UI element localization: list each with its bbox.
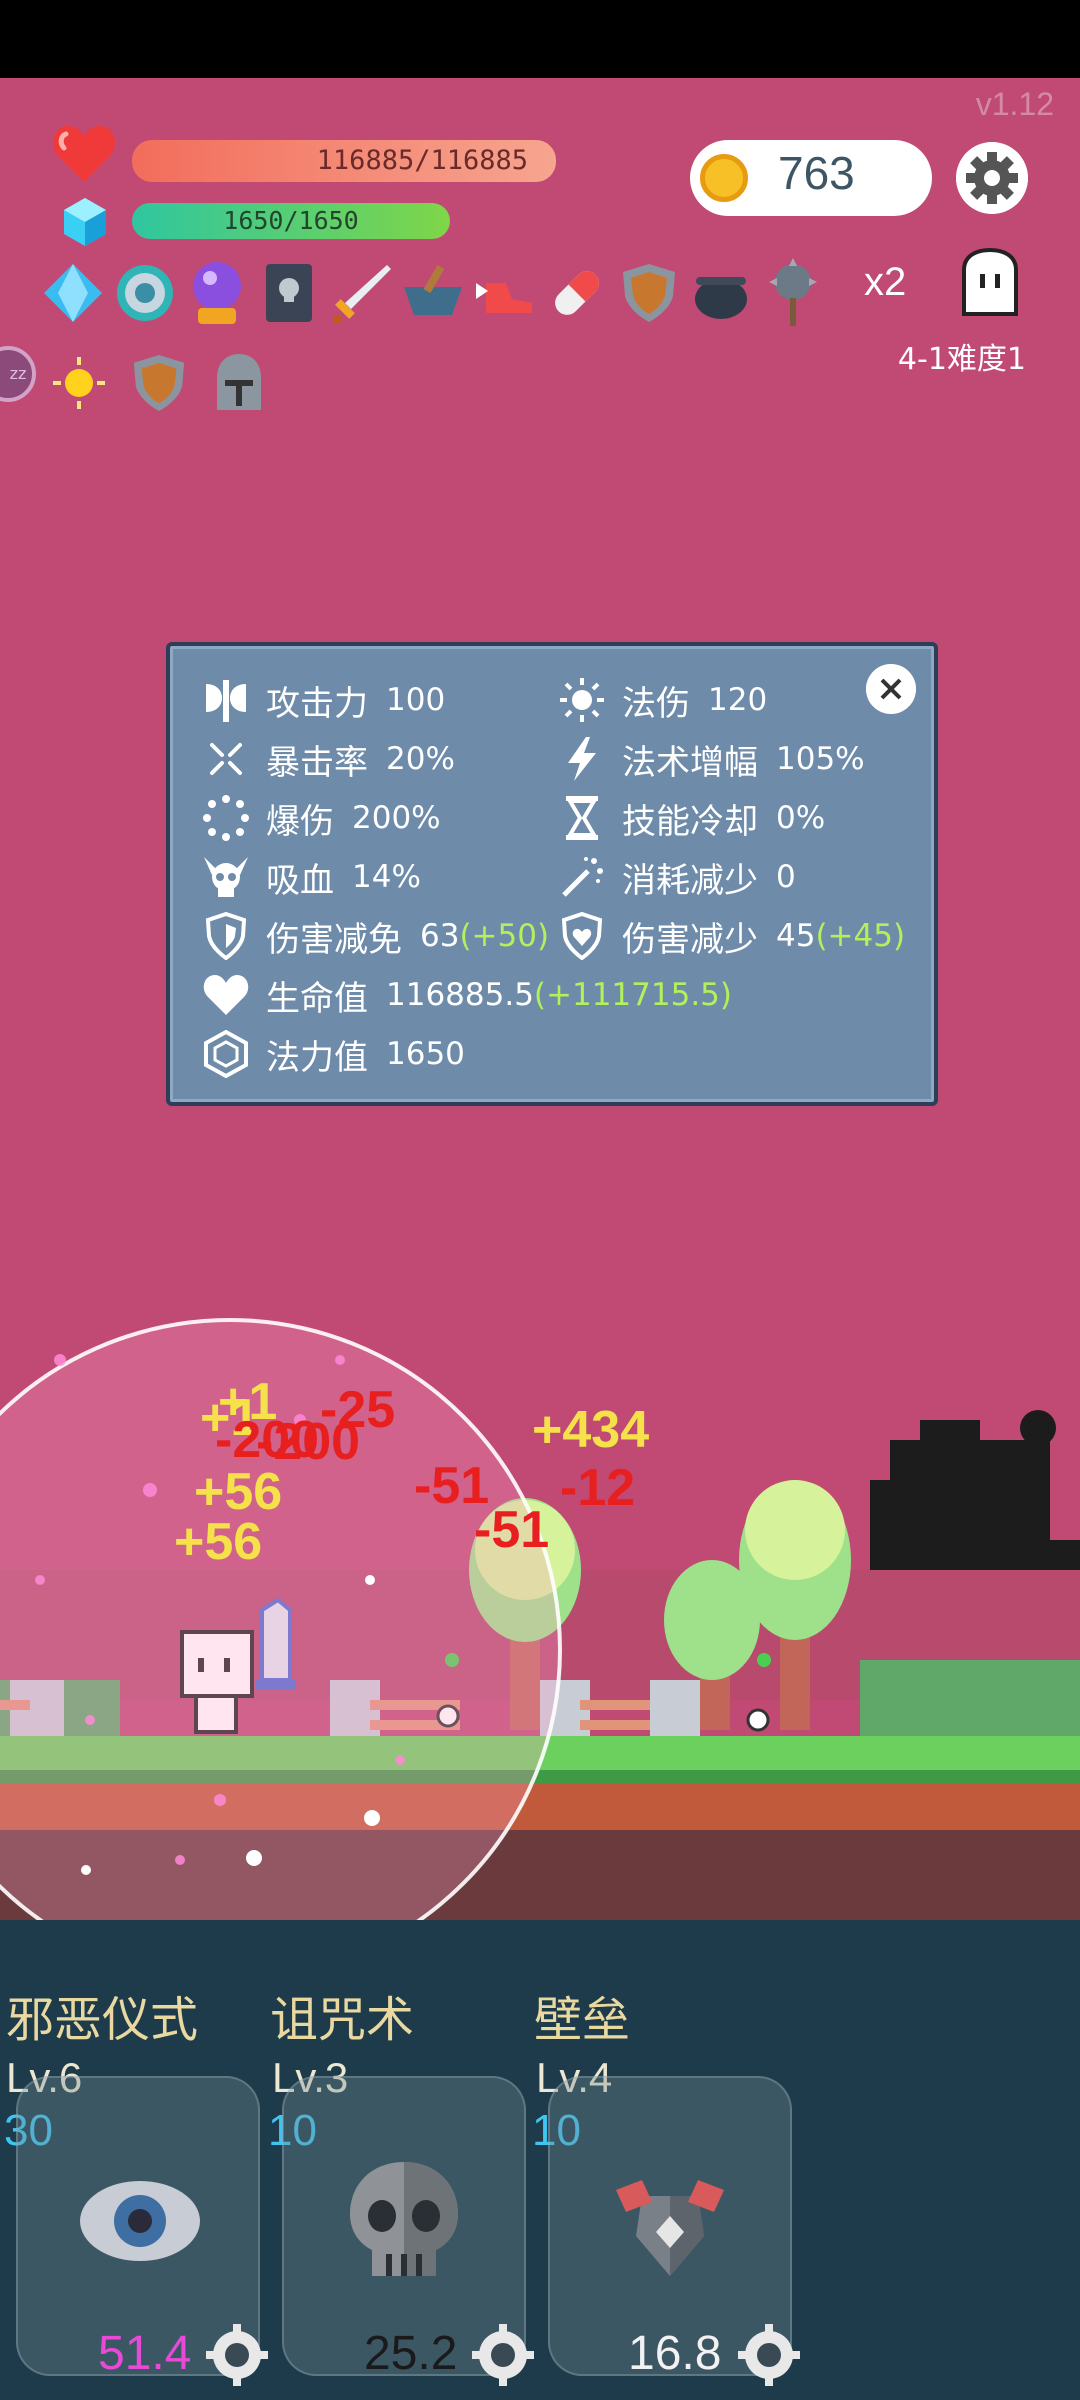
armor-icon (616, 2180, 724, 2276)
skull-icon (350, 2162, 458, 2276)
coin-icon (700, 154, 748, 202)
sun-icon (556, 674, 608, 726)
stat-mp: 法力值 1650 (200, 1026, 465, 1082)
orb-ring-icon[interactable] (112, 256, 178, 330)
crit-icon (200, 733, 252, 785)
stat-magic-damage: 法伤 120 (556, 672, 767, 728)
stage-difficulty-label: 4-1难度1 (897, 342, 1026, 377)
sleep-badge[interactable]: zz (0, 346, 36, 402)
stat-spell-amp: 法术增幅 105% (556, 731, 865, 787)
helmet-icon[interactable] (206, 346, 272, 420)
sun-orb-icon[interactable] (46, 346, 112, 420)
wand-icon (556, 851, 608, 903)
winged-shoe-icon[interactable] (472, 256, 538, 330)
cauldron-icon[interactable] (688, 256, 754, 330)
stat-damage-reduction: 伤害减少 45 (+45) (556, 908, 905, 964)
skill-name: 壁垒 (534, 1992, 631, 2048)
skill-cooldown: 25.2 (364, 2327, 458, 2380)
hexagon-icon (200, 1028, 252, 1080)
mana-gem-icon (64, 198, 106, 246)
skull-book-icon[interactable] (256, 256, 322, 330)
cooldown-gear-icon (206, 2324, 268, 2386)
damage-number: -51 (474, 1501, 550, 1559)
ghost-menu-icon[interactable] (954, 248, 1026, 318)
version-label: v1.12 (975, 86, 1054, 122)
item-inventory-row (40, 256, 826, 330)
burst-icon (200, 792, 252, 844)
eye-icon (80, 2181, 200, 2261)
damage-number: -12 (560, 1459, 636, 1517)
heart-icon (200, 969, 252, 1021)
damage-number: +56 (174, 1513, 263, 1571)
diamond-icon[interactable] (40, 256, 106, 330)
shield-icon (200, 910, 252, 962)
lightning-icon (556, 733, 608, 785)
cooldown-gear-icon (738, 2324, 800, 2386)
hp-bar: 116885/116885 (132, 140, 556, 182)
damage-number: +434 (532, 1401, 650, 1459)
stat-cost-reduction: 消耗减少 0 (556, 849, 796, 905)
skill-cooldown: 16.8 (628, 2327, 722, 2380)
damage-number: -25 (320, 1381, 396, 1439)
heart-icon (53, 126, 115, 182)
buff-row (46, 346, 272, 420)
stat-hp: 生命值 116885.5 (+111715.5) (200, 967, 732, 1023)
horned-skull-icon (200, 851, 252, 903)
stat-attack: 攻击力 100 (200, 672, 445, 728)
shield-icon[interactable] (126, 346, 192, 420)
axe-icon (200, 674, 252, 726)
stat-cooldown: 技能冷却 0% (556, 790, 825, 846)
pill-icon[interactable] (544, 256, 610, 330)
hourglass-icon (556, 792, 608, 844)
stat-crit-damage: 爆伤 200% (200, 790, 441, 846)
coin-value: 763 (778, 147, 855, 199)
shield-icon[interactable] (616, 256, 682, 330)
stat-crit-rate: 暴击率 20% (200, 731, 455, 787)
status-bar (0, 0, 1080, 78)
spiked-mace-icon[interactable] (760, 256, 826, 330)
stat-damage-immunity: 伤害减免 63 (+50) (200, 908, 549, 964)
mortar-icon[interactable] (400, 256, 466, 330)
cooldown-gear-icon (472, 2324, 534, 2386)
mp-bar: 1650/1650 (132, 203, 450, 239)
sword-icon[interactable] (328, 256, 394, 330)
battle-scene (0, 1318, 1080, 1920)
shield-heart-icon (556, 910, 608, 962)
close-icon[interactable] (866, 664, 916, 714)
skill-name: 邪恶仪式 (6, 1992, 199, 2048)
stat-lifesteal: 吸血 14% (200, 849, 421, 905)
speed-toggle[interactable]: x2 (864, 260, 906, 305)
settings-gear-icon[interactable] (956, 142, 1028, 214)
skill-cooldown: 51.4 (98, 2327, 192, 2380)
skill-name: 诅咒术 (270, 1992, 415, 2048)
crystal-ball-icon[interactable] (184, 256, 250, 330)
